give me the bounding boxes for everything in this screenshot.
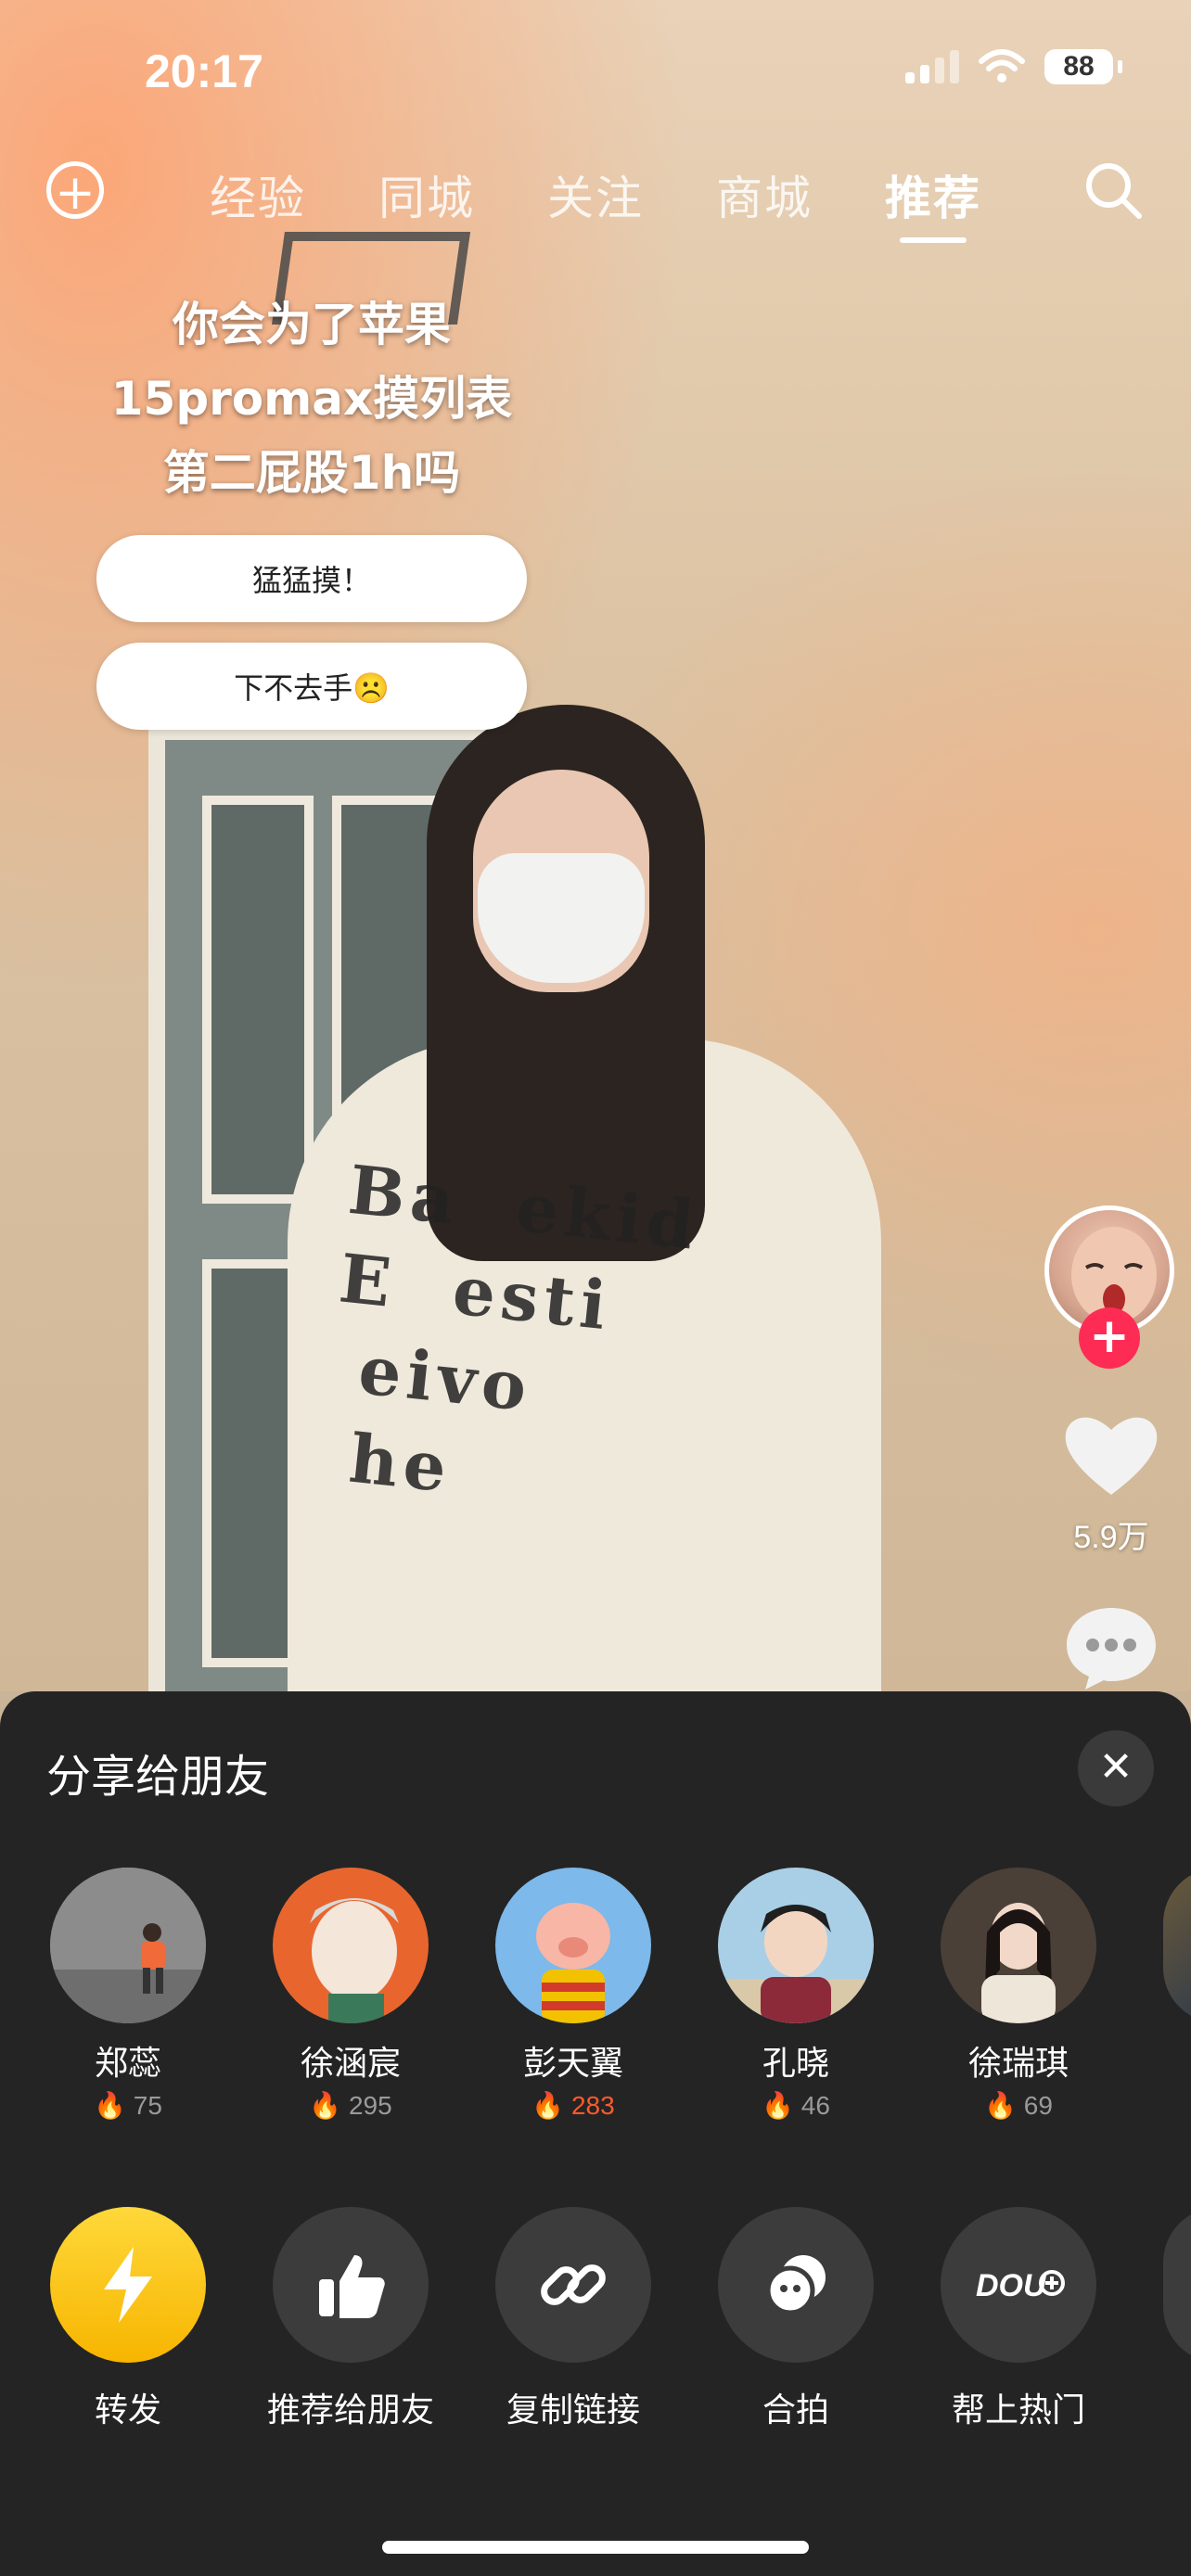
duet-button[interactable]: 合拍 [694,2207,898,2431]
wifi-icon [979,49,1025,83]
friend-item[interactable]: 徐涵宸 🔥 295 [258,1868,443,2121]
flame-icon: 🔥 [531,2091,565,2120]
friend-item[interactable]: 彭天翼 🔥 283 [480,1868,666,2121]
streak-count: 46 [800,2091,830,2120]
friend-streak: 🔥 283 [480,2090,666,2121]
tab-recommended[interactable]: 推荐 [885,161,981,228]
friend-name: 郑蕊 [94,2045,161,2083]
battery-icon: 88 [1044,49,1122,84]
flame-icon: 🔥 [309,2091,342,2120]
poll-question-line: 第二屁股1h吗 [162,446,461,500]
friend-avatar [495,1868,651,2023]
status-icons: 88 [905,48,1122,85]
cellular-signal-icon [905,50,959,83]
active-tab-indicator [900,237,967,243]
more-action-partial[interactable] [1163,2207,1191,2363]
friend-avatar [50,1868,206,2023]
poll-question-line: 15promax摸列表 [110,372,513,426]
flame-icon: 🔥 [94,2091,126,2120]
tab-mall[interactable]: 商城 [716,161,813,228]
friend-name: 徐瑞琪 [967,2045,1069,2083]
add-icon[interactable]: + [46,161,104,220]
streak-count: 283 [570,2091,615,2120]
streak-count: 295 [348,2091,392,2120]
share-sheet: 分享给朋友 ✕ 郑蕊 🔥 75 徐涵宸 🔥 295 彭天翼 🔥 283 孔晓 🔥… [0,1691,1191,2576]
poll-question: 你会为了苹果 15promax摸列表 第二屁股1h吗 [89,287,534,510]
close-icon[interactable]: ✕ [1078,1730,1154,1806]
copy-link-button[interactable]: 复制链接 [471,2207,675,2431]
action-label: 转发 [94,2391,161,2429]
action-label: 帮上热门 [951,2391,1085,2429]
duet-icon [718,2207,874,2363]
heart-icon[interactable] [1062,1409,1160,1498]
tab-experience[interactable]: 经验 [210,161,306,228]
home-indicator [382,2541,809,2554]
poll-option-2[interactable]: 下不去手☹️ [96,643,527,730]
search-icon[interactable] [1081,158,1146,223]
boost-popular-button[interactable]: DOU 帮上热门 [916,2207,1121,2431]
tab-following[interactable]: 关注 [547,161,644,228]
like-count: 5.9万 [1073,1520,1149,1555]
friend-name: 孔晓 [762,2045,829,2083]
friend-item[interactable]: 徐瑞琪 🔥 69 [926,1868,1111,2121]
friend-streak: 🔥 295 [258,2090,443,2121]
status-time: 20:17 [145,45,263,97]
streak-count: 75 [133,2091,162,2120]
follow-button[interactable]: + [1079,1307,1140,1369]
friend-streak: 🔥 75 [35,2090,221,2121]
action-label: 合拍 [762,2391,829,2429]
friend-name: 徐涵宸 [300,2045,401,2083]
tab-nearby[interactable]: 同城 [378,161,475,228]
friend-item[interactable]: 郑蕊 🔥 75 [35,1868,221,2121]
action-label: 推荐给朋友 [266,2391,434,2429]
thumbs-up-icon [273,2207,429,2363]
friend-streak: 🔥 69 [926,2090,1111,2121]
friend-streak: 🔥 46 [703,2090,889,2121]
forward-button[interactable]: 转发 [26,2207,230,2431]
friend-item[interactable]: 孔晓 🔥 46 [703,1868,889,2121]
friend-avatar [273,1868,429,2023]
friend-avatar [941,1868,1096,2023]
dou-plus-icon: DOU [941,2207,1096,2363]
recommend-to-friends-button[interactable]: 推荐给朋友 [249,2207,453,2431]
poll-question-line: 你会为了苹果 [173,298,451,351]
video-player[interactable]: Ba ekid E esti eivo he [0,0,1191,1708]
lightning-icon [50,2207,206,2363]
friend-avatar [718,1868,874,2023]
sweater-print: Ba ekid E esti eivo he [316,1149,703,1508]
comment-icon[interactable] [1063,1602,1159,1691]
flame-icon: 🔥 [984,2091,1017,2120]
streak-count: 69 [1023,2091,1053,2120]
friend-name: 彭天翼 [522,2045,623,2083]
top-navigation: + 经验 同城 关注 商城 推荐 [0,158,1191,250]
poll-option-1[interactable]: 猛猛摸！ [96,535,527,622]
share-sheet-title: 分享给朋友 [46,1751,270,1803]
flame-icon: 🔥 [762,2091,794,2120]
link-icon [495,2207,651,2363]
video-subject: Ba ekid E esti eivo he [288,649,881,1691]
svg-text:DOU: DOU [976,2268,1047,2303]
friend-avatar-partial[interactable] [1163,1868,1191,2023]
action-label: 复制链接 [506,2391,640,2429]
